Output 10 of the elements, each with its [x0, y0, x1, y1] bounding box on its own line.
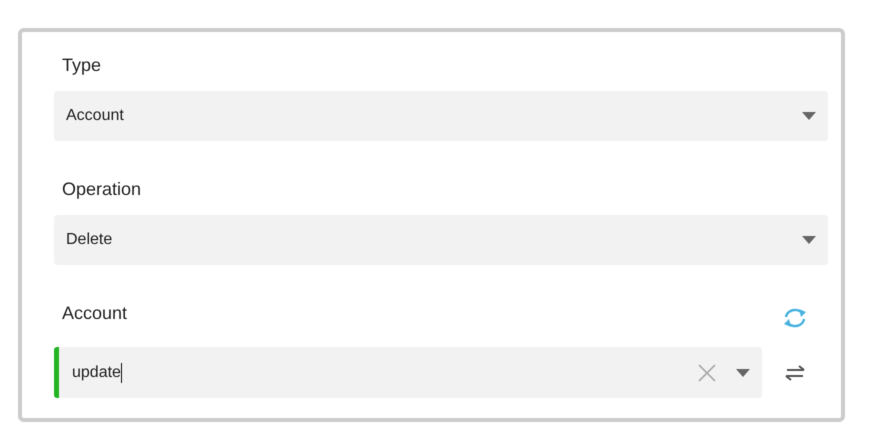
select-field[interactable]: Delete [54, 215, 828, 265]
field-label: Account [61, 302, 128, 325]
swap-arrows-icon[interactable] [783, 364, 807, 380]
field-label: Type [61, 54, 102, 77]
dropdown-caret-icon[interactable] [802, 236, 816, 244]
lookup-field[interactable]: update [54, 347, 762, 398]
dropdown-caret-icon[interactable] [802, 112, 816, 120]
dropdown-caret-icon[interactable] [736, 368, 750, 376]
field-label: Operation [61, 178, 142, 201]
select-field[interactable]: Account [54, 91, 828, 141]
